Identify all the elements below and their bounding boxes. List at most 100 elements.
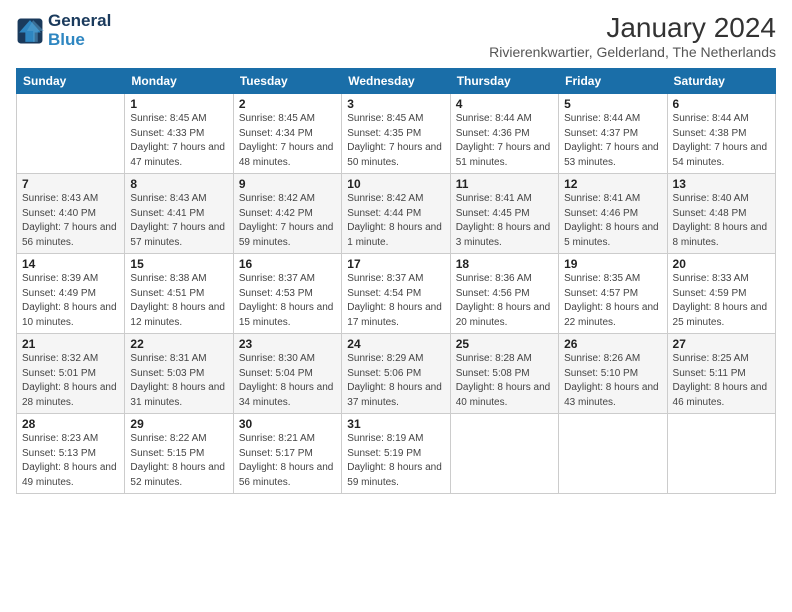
calendar-cell: 12 Sunrise: 8:41 AMSunset: 4:46 PMDayligh… — [559, 174, 667, 254]
day-number: 25 — [456, 337, 553, 351]
calendar-cell: 2 Sunrise: 8:45 AMSunset: 4:34 PMDaylight… — [233, 94, 341, 174]
cell-info: Sunrise: 8:35 AMSunset: 4:57 PMDaylight:… — [564, 273, 659, 328]
week-row-1: 1 Sunrise: 8:45 AMSunset: 4:33 PMDaylight… — [17, 94, 776, 174]
day-header-sunday: Sunday — [17, 69, 125, 94]
cell-info: Sunrise: 8:22 AMSunset: 5:15 PMDaylight:… — [130, 433, 225, 488]
cell-info: Sunrise: 8:44 AMSunset: 4:37 PMDaylight:… — [564, 113, 659, 168]
calendar-cell: 4Sunrise: 8:44 AMSunset: 4:36 PMDaylight… — [450, 94, 558, 174]
calendar-cell: 3 Sunrise: 8:45 AMSunset: 4:35 PMDaylight… — [342, 94, 450, 174]
calendar-cell: 18 Sunrise: 8:36 AMSunset: 4:56 PMDayligh… — [450, 254, 558, 334]
cell-info: Sunrise: 8:45 AMSunset: 4:34 PMDaylight:… — [239, 113, 334, 168]
logo-text: General Blue — [48, 12, 111, 49]
calendar-cell: 13 Sunrise: 8:40 AMSunset: 4:48 PMDayligh… — [667, 174, 775, 254]
cell-info: Sunrise: 8:29 AMSunset: 5:06 PMDaylight:… — [347, 353, 442, 408]
calendar-header-row: SundayMondayTuesdayWednesdayThursdayFrid… — [17, 69, 776, 94]
title-section: January 2024 Rivierenkwartier, Gelderlan… — [489, 12, 776, 60]
day-number: 19 — [564, 257, 661, 271]
calendar-table: SundayMondayTuesdayWednesdayThursdayFrid… — [16, 68, 776, 494]
calendar-cell — [17, 94, 125, 174]
day-number: 16 — [239, 257, 336, 271]
calendar-cell: 31 Sunrise: 8:19 AMSunset: 5:19 PMDayligh… — [342, 414, 450, 494]
calendar-cell — [450, 414, 558, 494]
day-header-tuesday: Tuesday — [233, 69, 341, 94]
week-row-2: 7 Sunrise: 8:43 AMSunset: 4:40 PMDaylight… — [17, 174, 776, 254]
cell-info: Sunrise: 8:19 AMSunset: 5:19 PMDaylight:… — [347, 433, 442, 488]
cell-info: Sunrise: 8:28 AMSunset: 5:08 PMDaylight:… — [456, 353, 551, 408]
week-row-4: 21Sunrise: 8:32 AMSunset: 5:01 PMDayligh… — [17, 334, 776, 414]
calendar-cell: 29Sunrise: 8:22 AMSunset: 5:15 PMDayligh… — [125, 414, 233, 494]
calendar-cell: 22Sunrise: 8:31 AMSunset: 5:03 PMDayligh… — [125, 334, 233, 414]
day-number: 21 — [22, 337, 119, 351]
cell-info: Sunrise: 8:37 AMSunset: 4:53 PMDaylight:… — [239, 273, 334, 328]
day-number: 4 — [456, 97, 553, 111]
cell-info: Sunrise: 8:23 AMSunset: 5:13 PMDaylight:… — [22, 433, 117, 488]
calendar-cell: 17Sunrise: 8:37 AMSunset: 4:54 PMDayligh… — [342, 254, 450, 334]
calendar-cell: 5 Sunrise: 8:44 AMSunset: 4:37 PMDaylight… — [559, 94, 667, 174]
logo-icon — [16, 17, 44, 45]
logo: General Blue — [16, 12, 111, 49]
day-number: 14 — [22, 257, 119, 271]
day-number: 24 — [347, 337, 444, 351]
calendar-cell: 8Sunrise: 8:43 AMSunset: 4:41 PMDaylight… — [125, 174, 233, 254]
day-number: 27 — [673, 337, 770, 351]
cell-info: Sunrise: 8:25 AMSunset: 5:11 PMDaylight:… — [673, 353, 768, 408]
calendar-cell: 11 Sunrise: 8:41 AMSunset: 4:45 PMDayligh… — [450, 174, 558, 254]
day-header-saturday: Saturday — [667, 69, 775, 94]
day-number: 6 — [673, 97, 770, 111]
cell-info: Sunrise: 8:45 AMSunset: 4:33 PMDaylight:… — [130, 113, 225, 168]
day-number: 31 — [347, 417, 444, 431]
calendar-cell: 1 Sunrise: 8:45 AMSunset: 4:33 PMDaylight… — [125, 94, 233, 174]
calendar-cell: 28 Sunrise: 8:23 AMSunset: 5:13 PMDayligh… — [17, 414, 125, 494]
cell-info: Sunrise: 8:40 AMSunset: 4:48 PMDaylight:… — [673, 193, 768, 248]
day-number: 23 — [239, 337, 336, 351]
cell-info: Sunrise: 8:43 AMSunset: 4:41 PMDaylight:… — [130, 193, 225, 248]
day-number: 3 — [347, 97, 444, 111]
cell-info: Sunrise: 8:26 AMSunset: 5:10 PMDaylight:… — [564, 353, 659, 408]
day-number: 28 — [22, 417, 119, 431]
cell-info: Sunrise: 8:42 AMSunset: 4:44 PMDaylight:… — [347, 193, 442, 248]
cell-info: Sunrise: 8:43 AMSunset: 4:40 PMDaylight:… — [22, 193, 117, 248]
day-number: 15 — [130, 257, 227, 271]
main-title: January 2024 — [489, 12, 776, 44]
cell-info: Sunrise: 8:41 AMSunset: 4:45 PMDaylight:… — [456, 193, 551, 248]
day-header-thursday: Thursday — [450, 69, 558, 94]
calendar-cell: 24 Sunrise: 8:29 AMSunset: 5:06 PMDayligh… — [342, 334, 450, 414]
calendar-cell: 20 Sunrise: 8:33 AMSunset: 4:59 PMDayligh… — [667, 254, 775, 334]
calendar-cell: 6Sunrise: 8:44 AMSunset: 4:38 PMDaylight… — [667, 94, 775, 174]
week-row-5: 28 Sunrise: 8:23 AMSunset: 5:13 PMDayligh… — [17, 414, 776, 494]
day-number: 18 — [456, 257, 553, 271]
cell-info: Sunrise: 8:45 AMSunset: 4:35 PMDaylight:… — [347, 113, 442, 168]
day-number: 5 — [564, 97, 661, 111]
day-number: 12 — [564, 177, 661, 191]
subtitle: Rivierenkwartier, Gelderland, The Nether… — [489, 44, 776, 60]
calendar-cell: 21Sunrise: 8:32 AMSunset: 5:01 PMDayligh… — [17, 334, 125, 414]
cell-info: Sunrise: 8:39 AMSunset: 4:49 PMDaylight:… — [22, 273, 117, 328]
calendar-cell: 25 Sunrise: 8:28 AMSunset: 5:08 PMDayligh… — [450, 334, 558, 414]
cell-info: Sunrise: 8:21 AMSunset: 5:17 PMDaylight:… — [239, 433, 334, 488]
day-number: 9 — [239, 177, 336, 191]
cell-info: Sunrise: 8:36 AMSunset: 4:56 PMDaylight:… — [456, 273, 551, 328]
day-number: 2 — [239, 97, 336, 111]
cell-info: Sunrise: 8:31 AMSunset: 5:03 PMDaylight:… — [130, 353, 225, 408]
cell-info: Sunrise: 8:33 AMSunset: 4:59 PMDaylight:… — [673, 273, 768, 328]
page: General Blue January 2024 Rivierenkwarti… — [0, 0, 792, 612]
cell-info: Sunrise: 8:30 AMSunset: 5:04 PMDaylight:… — [239, 353, 334, 408]
calendar-cell: 26Sunrise: 8:26 AMSunset: 5:10 PMDayligh… — [559, 334, 667, 414]
calendar-cell: 23 Sunrise: 8:30 AMSunset: 5:04 PMDayligh… — [233, 334, 341, 414]
day-number: 1 — [130, 97, 227, 111]
day-number: 10 — [347, 177, 444, 191]
calendar-cell: 7 Sunrise: 8:43 AMSunset: 4:40 PMDaylight… — [17, 174, 125, 254]
day-number: 13 — [673, 177, 770, 191]
day-number: 7 — [22, 177, 119, 191]
cell-info: Sunrise: 8:41 AMSunset: 4:46 PMDaylight:… — [564, 193, 659, 248]
day-number: 11 — [456, 177, 553, 191]
day-header-monday: Monday — [125, 69, 233, 94]
calendar-cell: 19 Sunrise: 8:35 AMSunset: 4:57 PMDayligh… — [559, 254, 667, 334]
day-number: 20 — [673, 257, 770, 271]
calendar-cell: 9Sunrise: 8:42 AMSunset: 4:42 PMDaylight… — [233, 174, 341, 254]
week-row-3: 14 Sunrise: 8:39 AMSunset: 4:49 PMDayligh… — [17, 254, 776, 334]
calendar-cell: 16 Sunrise: 8:37 AMSunset: 4:53 PMDayligh… — [233, 254, 341, 334]
calendar-cell: 14 Sunrise: 8:39 AMSunset: 4:49 PMDayligh… — [17, 254, 125, 334]
header: General Blue January 2024 Rivierenkwarti… — [16, 12, 776, 60]
day-header-wednesday: Wednesday — [342, 69, 450, 94]
